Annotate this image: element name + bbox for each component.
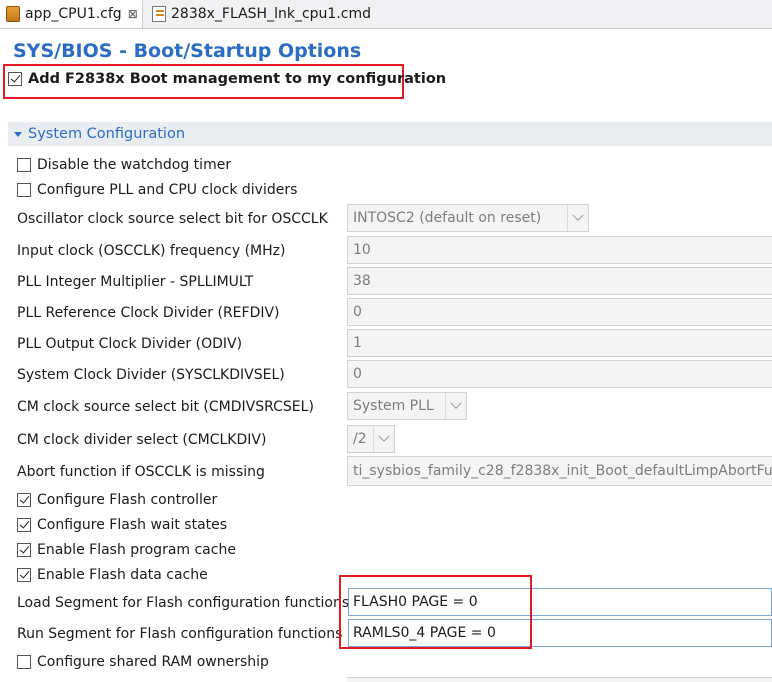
- cm-div-value: /2: [353, 431, 367, 447]
- osc-src-label: Oscillator clock source select bit for O…: [17, 211, 328, 227]
- abort-fn-field[interactable]: ti_sysbios_family_c28_f2838x_init_Boot_d…: [347, 456, 772, 486]
- configure-flash-controller-row[interactable]: Configure Flash controller: [17, 492, 217, 508]
- tab-app-cpu1-cfg[interactable]: app_CPU1.cfg ⊠: [0, 0, 143, 28]
- pll-refdiv-field[interactable]: 0: [347, 298, 772, 326]
- pll-refdiv-label: PLL Reference Clock Divider (REFDIV): [17, 305, 280, 321]
- configure-pll-row[interactable]: Configure PLL and CPU clock dividers: [17, 182, 297, 198]
- page-title: SYS/BIOS - Boot/Startup Options: [13, 40, 362, 62]
- configure-flash-controller-checkbox[interactable]: [17, 493, 31, 507]
- editor-tab-bar: app_CPU1.cfg ⊠ 2838x_FLASH_lnk_cpu1.cmd: [0, 0, 772, 29]
- checkbox-label: Enable Flash program cache: [37, 542, 236, 558]
- cm-src-value: System PLL: [353, 398, 434, 414]
- section-label: System Configuration: [28, 126, 186, 142]
- pll-mult-label: PLL Integer Multiplier - SPLLIMULT: [17, 274, 254, 290]
- next-field-edge: [347, 677, 772, 682]
- checkbox-label: Enable Flash data cache: [37, 567, 208, 583]
- cfg-file-icon: [6, 6, 20, 22]
- pll-mult-field[interactable]: 38: [347, 267, 772, 295]
- load-segment-label: Load Segment for Flash configuration fun…: [17, 595, 350, 611]
- configure-pll-checkbox[interactable]: [17, 183, 31, 197]
- checkbox-label: Configure Flash wait states: [37, 517, 228, 533]
- highlight-box-segments: [339, 575, 532, 649]
- boot-management-row[interactable]: Add F2838x Boot management to my configu…: [8, 71, 446, 87]
- cm-src-select[interactable]: System PLL: [347, 392, 467, 420]
- checkbox-label: Disable the watchdog timer: [37, 157, 232, 173]
- tab-label: app_CPU1.cfg: [25, 6, 122, 22]
- chevron-down-icon[interactable]: [445, 393, 466, 419]
- section-system-configuration[interactable]: System Configuration: [8, 122, 772, 146]
- osc-src-select[interactable]: INTOSC2 (default on reset): [347, 204, 589, 232]
- close-tab-icon[interactable]: ⊠: [128, 7, 138, 21]
- tab-label: 2838x_FLASH_lnk_cpu1.cmd: [171, 6, 371, 22]
- abort-fn-label: Abort function if OSCCLK is missing: [17, 464, 265, 480]
- configure-shared-ram-checkbox[interactable]: [17, 655, 31, 669]
- sysclkdiv-field[interactable]: 0: [347, 360, 772, 388]
- configure-flash-wait-states-row[interactable]: Configure Flash wait states: [17, 517, 227, 533]
- input-clock-field[interactable]: 10: [347, 236, 772, 264]
- chevron-down-icon[interactable]: [373, 426, 394, 452]
- disable-watchdog-row[interactable]: Disable the watchdog timer: [17, 157, 231, 173]
- boot-management-checkbox[interactable]: [8, 72, 22, 86]
- pll-odiv-field[interactable]: 1: [347, 329, 772, 357]
- checkbox-label: Configure PLL and CPU clock dividers: [37, 182, 298, 198]
- sysclkdiv-label: System Clock Divider (SYSCLKDIVSEL): [17, 367, 285, 383]
- configure-shared-ram-row[interactable]: Configure shared RAM ownership: [17, 654, 269, 670]
- osc-src-value: INTOSC2 (default on reset): [353, 210, 542, 226]
- pll-odiv-label: PLL Output Clock Divider (ODIV): [17, 336, 243, 352]
- collapse-triangle-icon[interactable]: [14, 131, 22, 137]
- cm-div-select[interactable]: /2: [347, 425, 395, 453]
- cm-src-label: CM clock source select bit (CMDIVSRCSEL): [17, 399, 314, 415]
- enable-flash-program-cache-row[interactable]: Enable Flash program cache: [17, 542, 236, 558]
- chevron-down-icon[interactable]: [567, 205, 588, 231]
- enable-flash-program-cache-checkbox[interactable]: [17, 543, 31, 557]
- checkbox-label: Configure shared RAM ownership: [37, 654, 269, 670]
- enable-flash-data-cache-checkbox[interactable]: [17, 568, 31, 582]
- cmd-file-icon: [152, 6, 166, 22]
- input-clock-label: Input clock (OSCCLK) frequency (MHz): [17, 243, 286, 259]
- disable-watchdog-checkbox[interactable]: [17, 158, 31, 172]
- cm-div-label: CM clock divider select (CMCLKDIV): [17, 432, 267, 448]
- checkbox-label: Configure Flash controller: [37, 492, 218, 508]
- configure-flash-wait-states-checkbox[interactable]: [17, 518, 31, 532]
- tab-flash-lnk-cmd[interactable]: 2838x_FLASH_lnk_cpu1.cmd: [146, 0, 371, 28]
- run-segment-label: Run Segment for Flash configuration func…: [17, 626, 343, 642]
- boot-management-label: Add F2838x Boot management to my configu…: [28, 71, 447, 87]
- enable-flash-data-cache-row[interactable]: Enable Flash data cache: [17, 567, 208, 583]
